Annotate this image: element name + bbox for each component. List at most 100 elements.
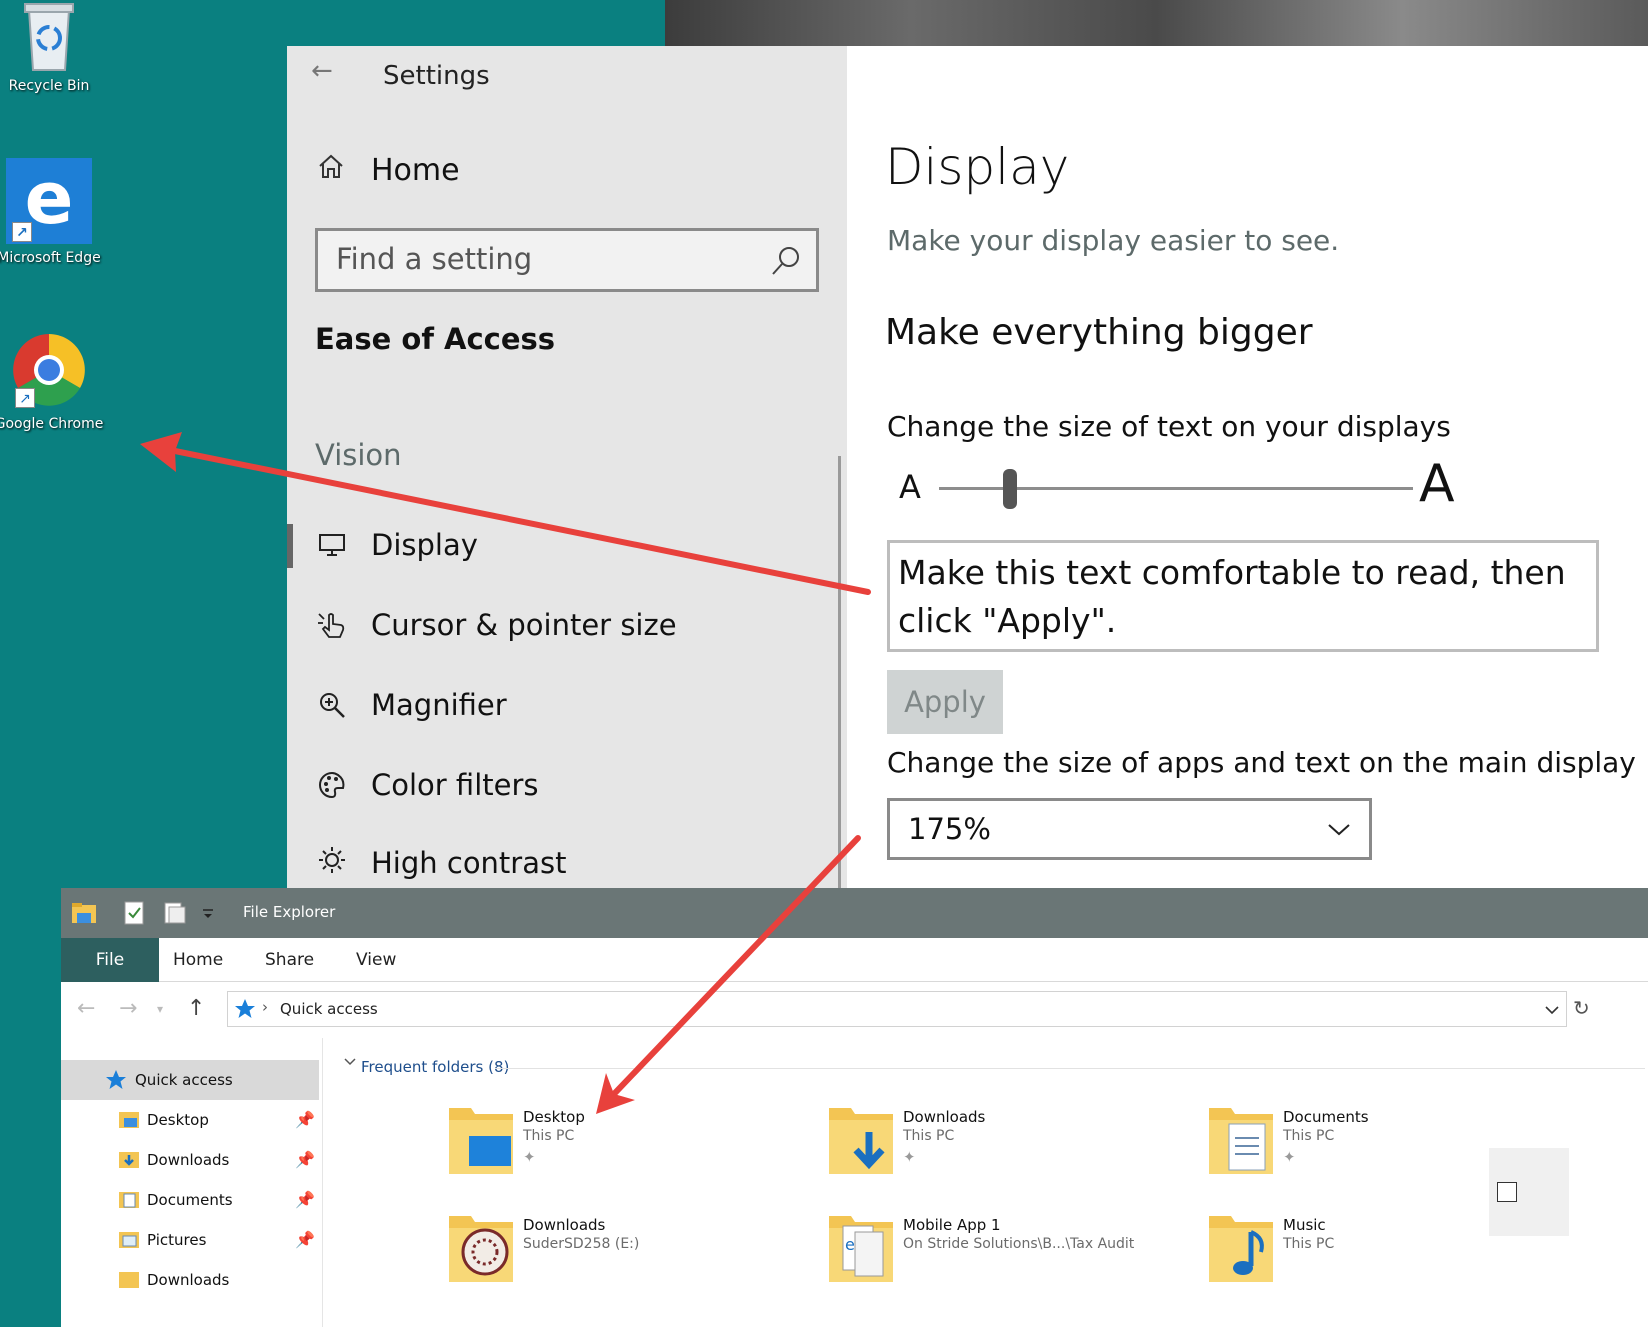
- sidebar-item-label: Downloads: [147, 1151, 230, 1169]
- recycle-bin-icon: [19, 0, 79, 72]
- pin-icon: ✦: [903, 1148, 916, 1166]
- chevron-down-icon: [1327, 819, 1351, 839]
- svg-text:e: e: [845, 1235, 855, 1254]
- section-title: Ease of Access: [315, 322, 556, 356]
- palette-icon: [315, 771, 349, 799]
- nav-home[interactable]: Home: [317, 152, 460, 188]
- sidebar-item-label: Quick access: [135, 1071, 233, 1089]
- sidebar-item-label: Pictures: [147, 1231, 207, 1249]
- nav-scrollbar[interactable]: [838, 456, 841, 888]
- tab-home[interactable]: Home: [173, 938, 223, 982]
- select-checkbox[interactable]: [1497, 1182, 1517, 1202]
- sidebar-item-label: Downloads: [147, 1271, 230, 1289]
- back-icon[interactable]: ←: [77, 996, 95, 1021]
- nav-item-high-contrast[interactable]: High contrast: [315, 840, 815, 888]
- refresh-icon[interactable]: ↻: [1573, 996, 1590, 1020]
- nav-item-display[interactable]: Display: [315, 520, 815, 570]
- up-arrow-icon[interactable]: ↑: [187, 996, 205, 1021]
- folder-tile-desktop[interactable]: Desktop This PC ✦: [449, 1104, 809, 1194]
- folder-tile-downloads-e[interactable]: Downloads SuderSD258 (E:): [449, 1212, 809, 1302]
- scale-dropdown-value: 175%: [908, 812, 991, 846]
- folder-location: On Stride Solutions\B...\Tax Audit: [903, 1236, 1135, 1252]
- page-subtitle: Make your display easier to see.: [887, 224, 1340, 257]
- quick-access-toolbar: [71, 900, 229, 926]
- desktop-icon-recycle-bin[interactable]: Recycle Bin: [0, 0, 104, 94]
- tab-view[interactable]: View: [356, 938, 396, 982]
- selection-area: [1489, 1148, 1569, 1236]
- folder-thumbnail-icon: [449, 1212, 513, 1282]
- nav-item-label: High contrast: [371, 846, 567, 880]
- pin-icon[interactable]: 📌: [295, 1230, 315, 1249]
- folder-location: SuderSD258 (E:): [523, 1236, 640, 1252]
- pin-icon[interactable]: 📌: [295, 1110, 315, 1129]
- folder-name: Documents: [1283, 1108, 1369, 1126]
- edge-icon: e ↗: [6, 158, 92, 244]
- group-label-vision: Vision: [315, 438, 402, 472]
- pin-icon: ✦: [523, 1148, 536, 1166]
- sidebar-item-documents[interactable]: Documents 📌: [61, 1180, 319, 1220]
- settings-title: Settings: [383, 61, 490, 91]
- sun-icon: [315, 846, 349, 874]
- breadcrumb-chevron-icon: ›: [262, 998, 268, 1016]
- folder-name: Downloads: [903, 1108, 986, 1126]
- scale-dropdown[interactable]: 175%: [887, 798, 1372, 860]
- desktop-icon-label: Microsoft Edge: [0, 250, 101, 266]
- search-icon[interactable]: [768, 241, 804, 281]
- magnifier-icon: [315, 691, 349, 719]
- music-folder-icon: [1209, 1212, 1273, 1282]
- text-size-label: Change the size of text on your displays: [887, 410, 1451, 443]
- frequent-folders-divider: [495, 1068, 1645, 1069]
- new-folder-icon[interactable]: [161, 900, 187, 926]
- scale-label: Change the size of apps and text on the …: [887, 746, 1636, 779]
- folder-tile-mobile-app[interactable]: e Mobile App 1 On Stride Solutions\B...\…: [829, 1212, 1189, 1302]
- sidebar-item-label: Documents: [147, 1191, 233, 1209]
- folder-icon[interactable]: [71, 900, 97, 926]
- documents-folder-icon: [119, 1190, 139, 1208]
- shortcut-arrow-icon: ↗: [15, 388, 35, 408]
- recent-locations-icon[interactable]: ▾: [157, 1002, 163, 1016]
- tab-share[interactable]: Share: [265, 938, 314, 982]
- wallpaper-photo: [665, 0, 1648, 46]
- text-preview-box: Make this text comfortable to read, then…: [887, 540, 1599, 652]
- nav-item-label: Cursor & pointer size: [371, 608, 677, 642]
- section-heading: Make everything bigger: [885, 312, 1313, 353]
- frequent-folders-header[interactable]: Frequent folders (8): [361, 1058, 509, 1076]
- nav-item-label: Magnifier: [371, 688, 507, 722]
- address-bar[interactable]: › Quick access: [227, 991, 1567, 1027]
- home-icon: [317, 152, 353, 188]
- properties-icon[interactable]: [121, 900, 147, 926]
- sidebar-item-pictures[interactable]: Pictures 📌: [61, 1220, 319, 1260]
- sidebar-item-quick-access[interactable]: Quick access: [61, 1060, 319, 1100]
- apply-button[interactable]: Apply: [887, 670, 1003, 734]
- nav-item-cursor[interactable]: Cursor & pointer size: [315, 600, 815, 650]
- folder-tile-downloads[interactable]: Downloads This PC ✦: [829, 1104, 1189, 1194]
- nav-item-color-filters[interactable]: Color filters: [315, 760, 815, 810]
- chevron-down-icon[interactable]: [343, 1054, 357, 1073]
- back-arrow-icon[interactable]: ←: [311, 56, 333, 86]
- pin-icon[interactable]: 📌: [295, 1190, 315, 1209]
- desktop-icon-chrome[interactable]: ↗ Google Chrome: [0, 330, 104, 432]
- explorer-titlebar[interactable]: File Explorer: [61, 888, 1648, 938]
- downloads-folder-icon: [829, 1104, 893, 1174]
- desktop-icon-edge[interactable]: e ↗ Microsoft Edge: [0, 158, 104, 266]
- nav-item-label: Color filters: [371, 768, 539, 802]
- sidebar-item-downloads[interactable]: Downloads 📌: [61, 1140, 319, 1180]
- navigation-pane: Quick access Desktop 📌 Downloads 📌 Docum…: [61, 1038, 323, 1327]
- pin-icon: ✦: [1283, 1148, 1296, 1166]
- sidebar-item-downloads-2[interactable]: Downloads: [61, 1260, 319, 1300]
- address-row: ← → ▾ ↑ › Quick access ↻: [61, 982, 1648, 1038]
- page-title: Display: [885, 138, 1070, 196]
- toolbar-dropdown-icon[interactable]: [201, 900, 215, 926]
- tab-file[interactable]: File: [61, 938, 159, 982]
- search-input[interactable]: [336, 239, 756, 279]
- folder-icon: [119, 1270, 139, 1288]
- folder-location: This PC: [1283, 1128, 1335, 1144]
- text-size-slider-thumb[interactable]: [1003, 469, 1018, 509]
- forward-icon[interactable]: →: [119, 996, 137, 1021]
- folder-location: This PC: [1283, 1236, 1335, 1252]
- nav-item-label: Display: [371, 528, 478, 562]
- nav-item-magnifier[interactable]: Magnifier: [315, 680, 815, 730]
- sidebar-item-desktop[interactable]: Desktop 📌: [61, 1100, 319, 1140]
- chevron-down-icon[interactable]: [1544, 1002, 1560, 1016]
- pin-icon[interactable]: 📌: [295, 1150, 315, 1169]
